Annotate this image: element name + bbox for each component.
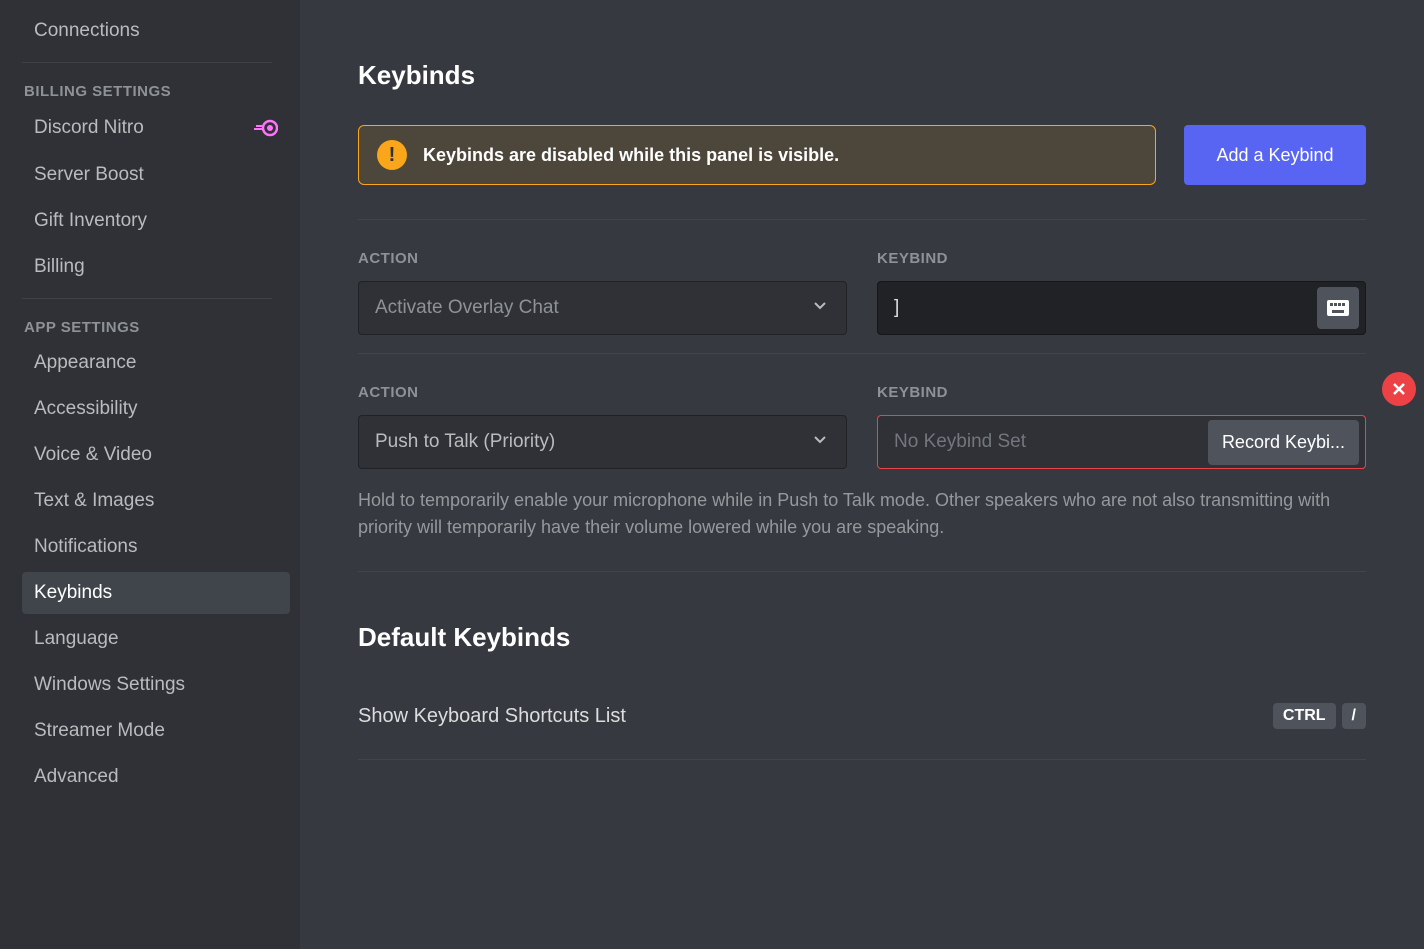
shortcut-keys: CTRL /	[1273, 703, 1366, 729]
sidebar-item-discord-nitro[interactable]: Discord Nitro	[22, 106, 290, 150]
default-keybinds-title: Default Keybinds	[358, 622, 1366, 653]
sidebar-item-advanced[interactable]: Advanced	[22, 756, 290, 798]
sidebar-section-billing: BILLING SETTINGS	[22, 73, 290, 106]
action-select-value: Push to Talk (Priority)	[375, 431, 555, 453]
sidebar-item-label: Accessibility	[34, 398, 137, 420]
keybinds-disabled-notice: ! Keybinds are disabled while this panel…	[358, 125, 1156, 185]
keybind-input[interactable]: No Keybind Set Record Keybi...	[877, 415, 1366, 469]
action-column: ACTION Push to Talk (Priority)	[358, 384, 847, 469]
keybind-placeholder: No Keybind Set	[894, 431, 1026, 453]
sidebar-item-server-boost[interactable]: Server Boost	[22, 154, 290, 196]
keybind-row: ACTION Activate Overlay Chat KEYBIND ]	[358, 250, 1366, 335]
delete-keybind-button[interactable]	[1382, 372, 1416, 406]
sidebar-item-keybinds[interactable]: Keybinds	[22, 572, 290, 614]
sidebar-item-streamer-mode[interactable]: Streamer Mode	[22, 710, 290, 752]
settings-sidebar: Connections BILLING SETTINGS Discord Nit…	[0, 0, 300, 949]
keycap: /	[1342, 703, 1366, 729]
divider	[22, 298, 272, 299]
action-column: ACTION Activate Overlay Chat	[358, 250, 847, 335]
keybind-description: Hold to temporarily enable your micropho…	[358, 487, 1366, 541]
divider	[358, 219, 1366, 220]
chevron-down-icon	[810, 295, 830, 321]
sidebar-item-label: Notifications	[34, 536, 138, 558]
divider	[358, 571, 1366, 572]
keybind-column: KEYBIND No Keybind Set Record Keybi...	[877, 384, 1366, 469]
sidebar-item-label: Billing	[34, 256, 85, 278]
sidebar-item-billing[interactable]: Billing	[22, 246, 290, 288]
action-select[interactable]: Activate Overlay Chat	[358, 281, 847, 335]
shortcut-row: Show Keyboard Shortcuts List CTRL /	[358, 703, 1366, 760]
sidebar-item-label: Windows Settings	[34, 674, 185, 696]
nitro-badge-icon	[254, 116, 278, 140]
sidebar-item-label: Language	[34, 628, 119, 650]
action-select-value: Activate Overlay Chat	[375, 297, 559, 319]
keybind-input[interactable]: ]	[877, 281, 1366, 335]
sidebar-item-appearance[interactable]: Appearance	[22, 342, 290, 384]
keyboard-icon	[1326, 299, 1350, 317]
sidebar-item-label: Gift Inventory	[34, 210, 147, 232]
sidebar-item-label: Connections	[34, 20, 140, 42]
action-select[interactable]: Push to Talk (Priority)	[358, 415, 847, 469]
top-row: ! Keybinds are disabled while this panel…	[358, 125, 1366, 185]
sidebar-item-label: Appearance	[34, 352, 136, 374]
sidebar-item-windows-settings[interactable]: Windows Settings	[22, 664, 290, 706]
sidebar-item-language[interactable]: Language	[22, 618, 290, 660]
keybind-column: KEYBIND ]	[877, 250, 1366, 335]
keyboard-icon-button[interactable]	[1317, 287, 1359, 329]
sidebar-item-label: Server Boost	[34, 164, 144, 186]
keybind-label: KEYBIND	[877, 250, 1366, 267]
action-label: ACTION	[358, 250, 847, 267]
divider	[22, 62, 272, 63]
sidebar-section-app: APP SETTINGS	[22, 309, 290, 342]
sidebar-item-text-images[interactable]: Text & Images	[22, 480, 290, 522]
add-keybind-button[interactable]: Add a Keybind	[1184, 125, 1366, 185]
keybind-value: ]	[894, 297, 899, 319]
keycap: CTRL	[1273, 703, 1336, 729]
warning-icon: !	[377, 140, 407, 170]
sidebar-item-accessibility[interactable]: Accessibility	[22, 388, 290, 430]
sidebar-item-label: Voice & Video	[34, 444, 152, 466]
sidebar-item-gift-inventory[interactable]: Gift Inventory	[22, 200, 290, 242]
record-keybind-button[interactable]: Record Keybi...	[1208, 420, 1359, 465]
chevron-down-icon	[810, 429, 830, 455]
shortcut-label: Show Keyboard Shortcuts List	[358, 705, 626, 728]
divider	[358, 353, 1366, 354]
page-title: Keybinds	[358, 60, 1366, 91]
close-icon	[1391, 381, 1407, 397]
sidebar-item-label: Discord Nitro	[34, 117, 144, 139]
sidebar-item-label: Streamer Mode	[34, 720, 165, 742]
sidebar-item-notifications[interactable]: Notifications	[22, 526, 290, 568]
action-label: ACTION	[358, 384, 847, 401]
sidebar-item-label: Advanced	[34, 766, 119, 788]
keybind-label: KEYBIND	[877, 384, 1366, 401]
sidebar-item-voice-video[interactable]: Voice & Video	[22, 434, 290, 476]
settings-content: Keybinds ! Keybinds are disabled while t…	[300, 0, 1424, 949]
sidebar-item-connections[interactable]: Connections	[22, 10, 290, 52]
sidebar-item-label: Text & Images	[34, 490, 154, 512]
keybind-row: ACTION Push to Talk (Priority) KEYBIND N…	[358, 384, 1366, 469]
notice-text: Keybinds are disabled while this panel i…	[423, 145, 839, 166]
sidebar-item-label: Keybinds	[34, 582, 112, 604]
